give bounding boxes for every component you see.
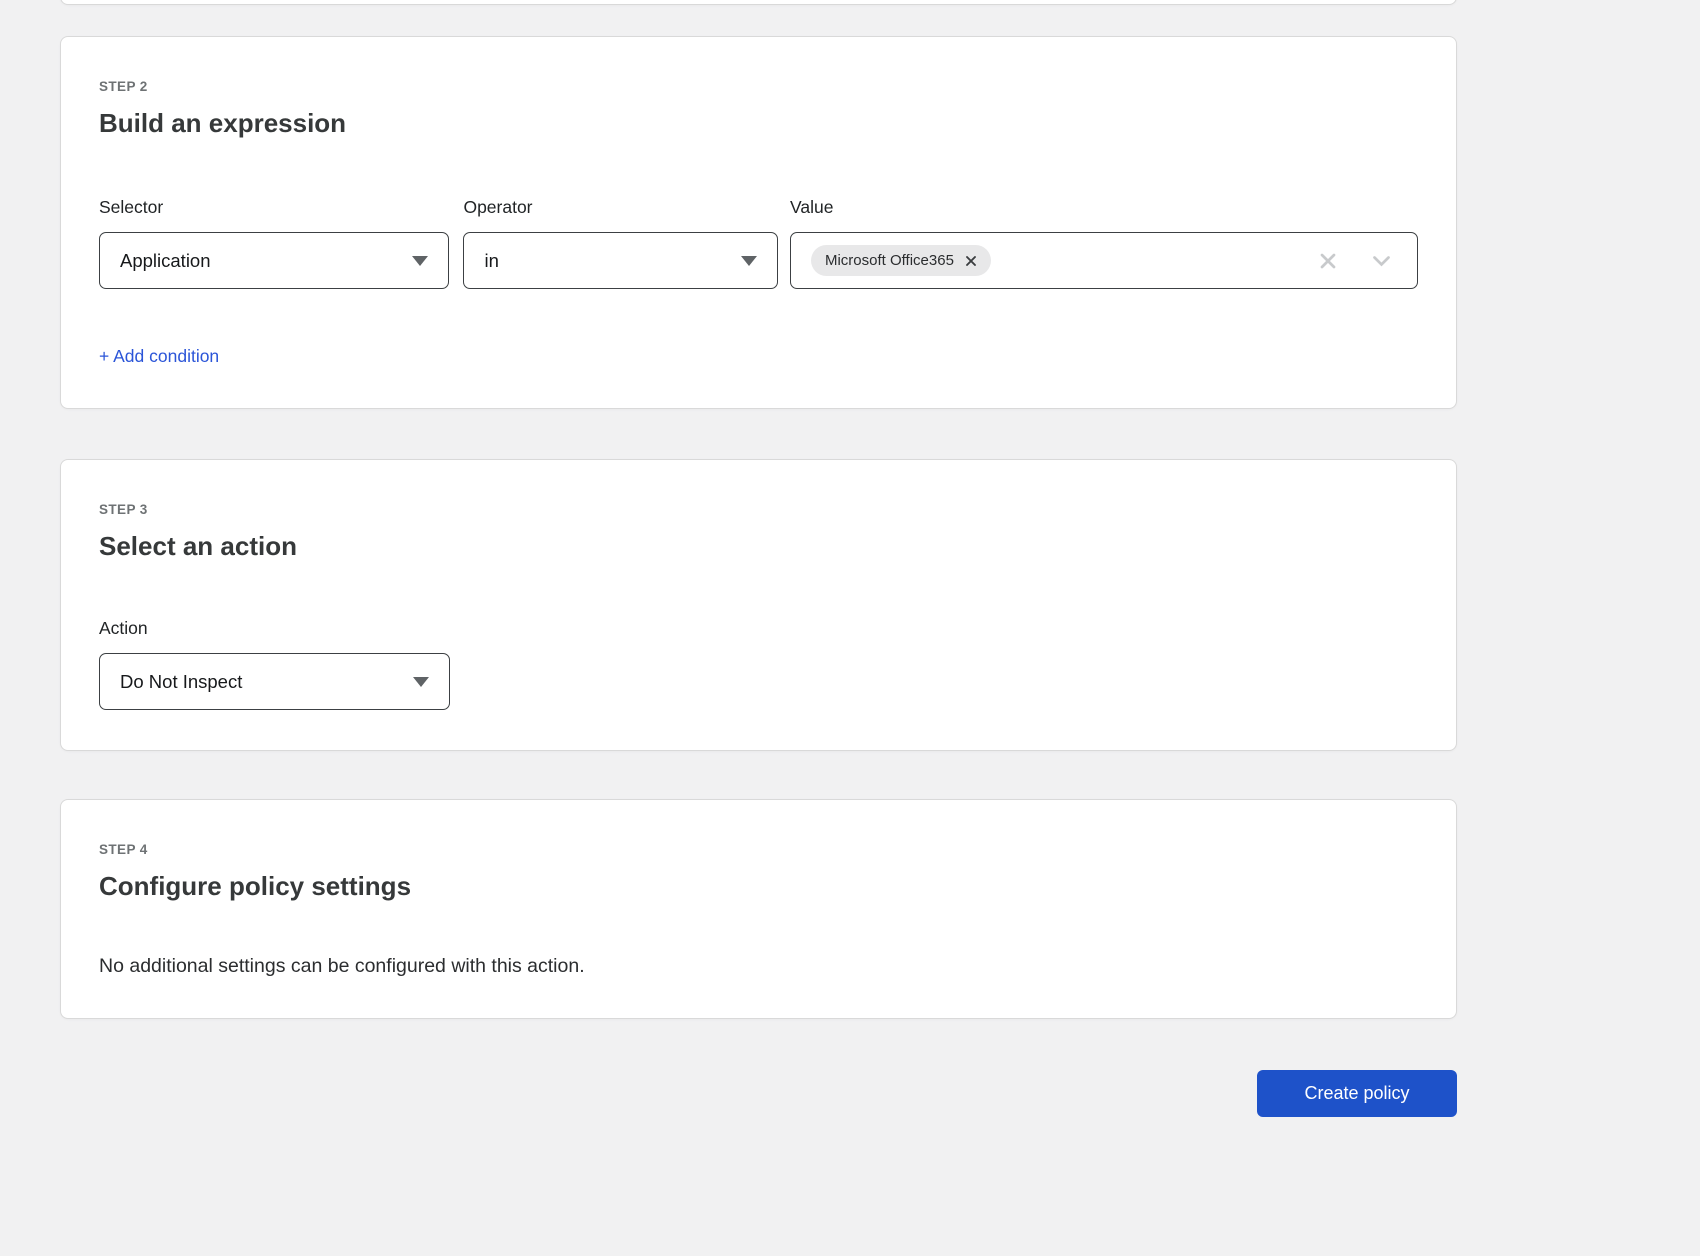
- clear-selection-icon[interactable]: [1318, 251, 1338, 271]
- chevron-down-icon: [741, 256, 757, 266]
- operator-value: in: [484, 250, 498, 272]
- selector-select[interactable]: Application: [99, 232, 449, 289]
- step-4-label: STEP 4: [99, 842, 1418, 858]
- value-multiselect[interactable]: Microsoft Office365: [790, 232, 1418, 289]
- value-tag-text: Microsoft Office365: [825, 252, 954, 269]
- step-2-title: Build an expression: [99, 108, 1418, 139]
- value-tag: Microsoft Office365: [811, 245, 991, 276]
- step-4-title: Configure policy settings: [99, 871, 1418, 902]
- chevron-down-icon: [412, 256, 428, 266]
- operator-label: Operator: [463, 197, 778, 218]
- no-settings-note: No additional settings can be configured…: [99, 954, 1418, 978]
- value-label: Value: [790, 197, 1418, 218]
- action-value: Do Not Inspect: [120, 671, 242, 693]
- selector-value: Application: [120, 250, 211, 272]
- previous-step-card-edge: [60, 0, 1457, 5]
- create-policy-button[interactable]: Create policy: [1257, 1070, 1457, 1117]
- operator-select[interactable]: in: [463, 232, 778, 289]
- action-field: Action Do Not Inspect: [99, 618, 450, 710]
- card-step-4-policy-settings: STEP 4 Configure policy settings No addi…: [60, 799, 1457, 1019]
- tag-remove-icon[interactable]: [965, 255, 977, 267]
- card-step-2-build-expression: STEP 2 Build an expression Selector Appl…: [60, 36, 1457, 409]
- selector-label: Selector: [99, 197, 449, 218]
- policy-builder-page: STEP 2 Build an expression Selector Appl…: [0, 0, 1700, 1256]
- value-field-icons: [1318, 251, 1397, 271]
- expression-fields-row: Selector Application Operator in Value M…: [99, 197, 1418, 289]
- chevron-down-icon: [413, 677, 429, 687]
- chevron-down-icon[interactable]: [1372, 255, 1391, 267]
- step-3-label: STEP 3: [99, 502, 1418, 518]
- card-step-3-select-action: STEP 3 Select an action Action Do Not In…: [60, 459, 1457, 751]
- action-label: Action: [99, 618, 450, 639]
- operator-field: Operator in: [463, 197, 778, 289]
- step-2-label: STEP 2: [99, 79, 1418, 95]
- add-condition-link[interactable]: + Add condition: [99, 346, 219, 367]
- action-select[interactable]: Do Not Inspect: [99, 653, 450, 710]
- step-3-title: Select an action: [99, 531, 1418, 562]
- selector-field: Selector Application: [99, 197, 449, 289]
- value-field: Value Microsoft Office365: [790, 197, 1418, 289]
